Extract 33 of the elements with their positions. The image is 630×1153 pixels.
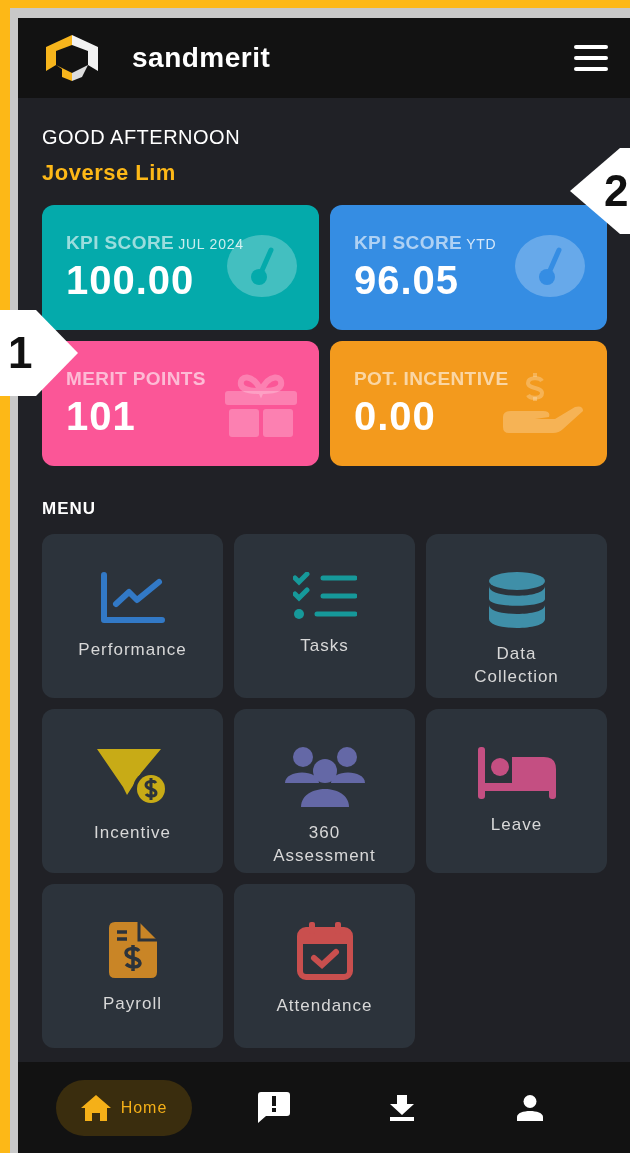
nav-tab[interactable]: Home bbox=[56, 1079, 192, 1136]
gauge-icon bbox=[515, 235, 585, 297]
stat-value: 100.00 bbox=[66, 257, 195, 302]
callout-number: 1 bbox=[8, 327, 33, 379]
menu-icon bbox=[574, 45, 608, 71]
stat-label: KPI SCORE bbox=[354, 231, 463, 255]
feedback-icon bbox=[258, 1091, 290, 1124]
menu-tile[interactable]: Data Collection bbox=[426, 533, 607, 698]
menu-button[interactable] bbox=[574, 45, 608, 71]
menu-tile[interactable]: Attendance bbox=[234, 883, 415, 1048]
greeting-text: GOOD AFTERNOON bbox=[42, 125, 242, 150]
home-icon bbox=[80, 1094, 111, 1121]
menu-tile[interactable]: Leave bbox=[426, 708, 607, 873]
brand-name: sandmerit bbox=[132, 41, 271, 75]
stat-label: KPI SCORE bbox=[66, 231, 175, 255]
stat-period: YTD bbox=[466, 235, 497, 254]
stat-label: POT. INCENTIVE bbox=[354, 367, 509, 391]
stat-value: 0.00 bbox=[354, 393, 436, 438]
menu-tile[interactable]: Performance bbox=[42, 533, 223, 698]
stat-period: JUL 2024 bbox=[178, 235, 244, 254]
stat-value: 101 bbox=[66, 393, 136, 438]
user-name: Joverse Lim bbox=[42, 159, 177, 187]
menu-tile[interactable]: Payroll bbox=[42, 883, 223, 1048]
menu-tile[interactable]: Tasks bbox=[234, 533, 415, 698]
section-heading: MENU bbox=[41, 498, 98, 520]
stat-label: MERIT POINTS bbox=[66, 367, 206, 391]
stat-value: 96.05 bbox=[354, 257, 460, 302]
download-icon bbox=[390, 1094, 414, 1121]
gift-icon bbox=[225, 371, 297, 437]
menu-tile[interactable]: Incentive bbox=[42, 708, 223, 873]
user-icon bbox=[517, 1094, 543, 1121]
menu-tile[interactable]: 360 Assessment bbox=[234, 708, 415, 873]
callout-number: 2 bbox=[604, 165, 629, 217]
